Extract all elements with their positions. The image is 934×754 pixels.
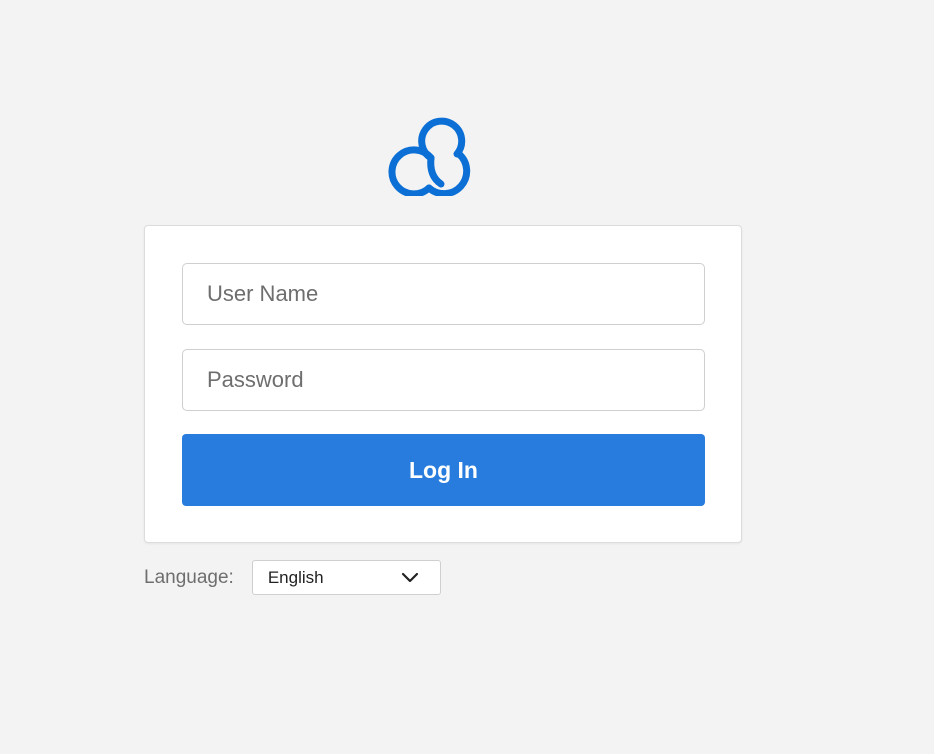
login-card: Log In [144,225,742,543]
chevron-down-icon [401,572,418,582]
username-input[interactable] [182,263,705,325]
password-input[interactable] [182,349,705,411]
login-page: Log In Language: English [0,0,934,754]
language-select[interactable]: English [251,560,441,595]
language-selector-row: Language: English [144,560,441,595]
cloud-logo-icon [388,117,471,196]
login-button[interactable]: Log In [182,434,705,506]
language-selected-value: English [267,567,324,587]
language-label: Language: [144,566,234,588]
